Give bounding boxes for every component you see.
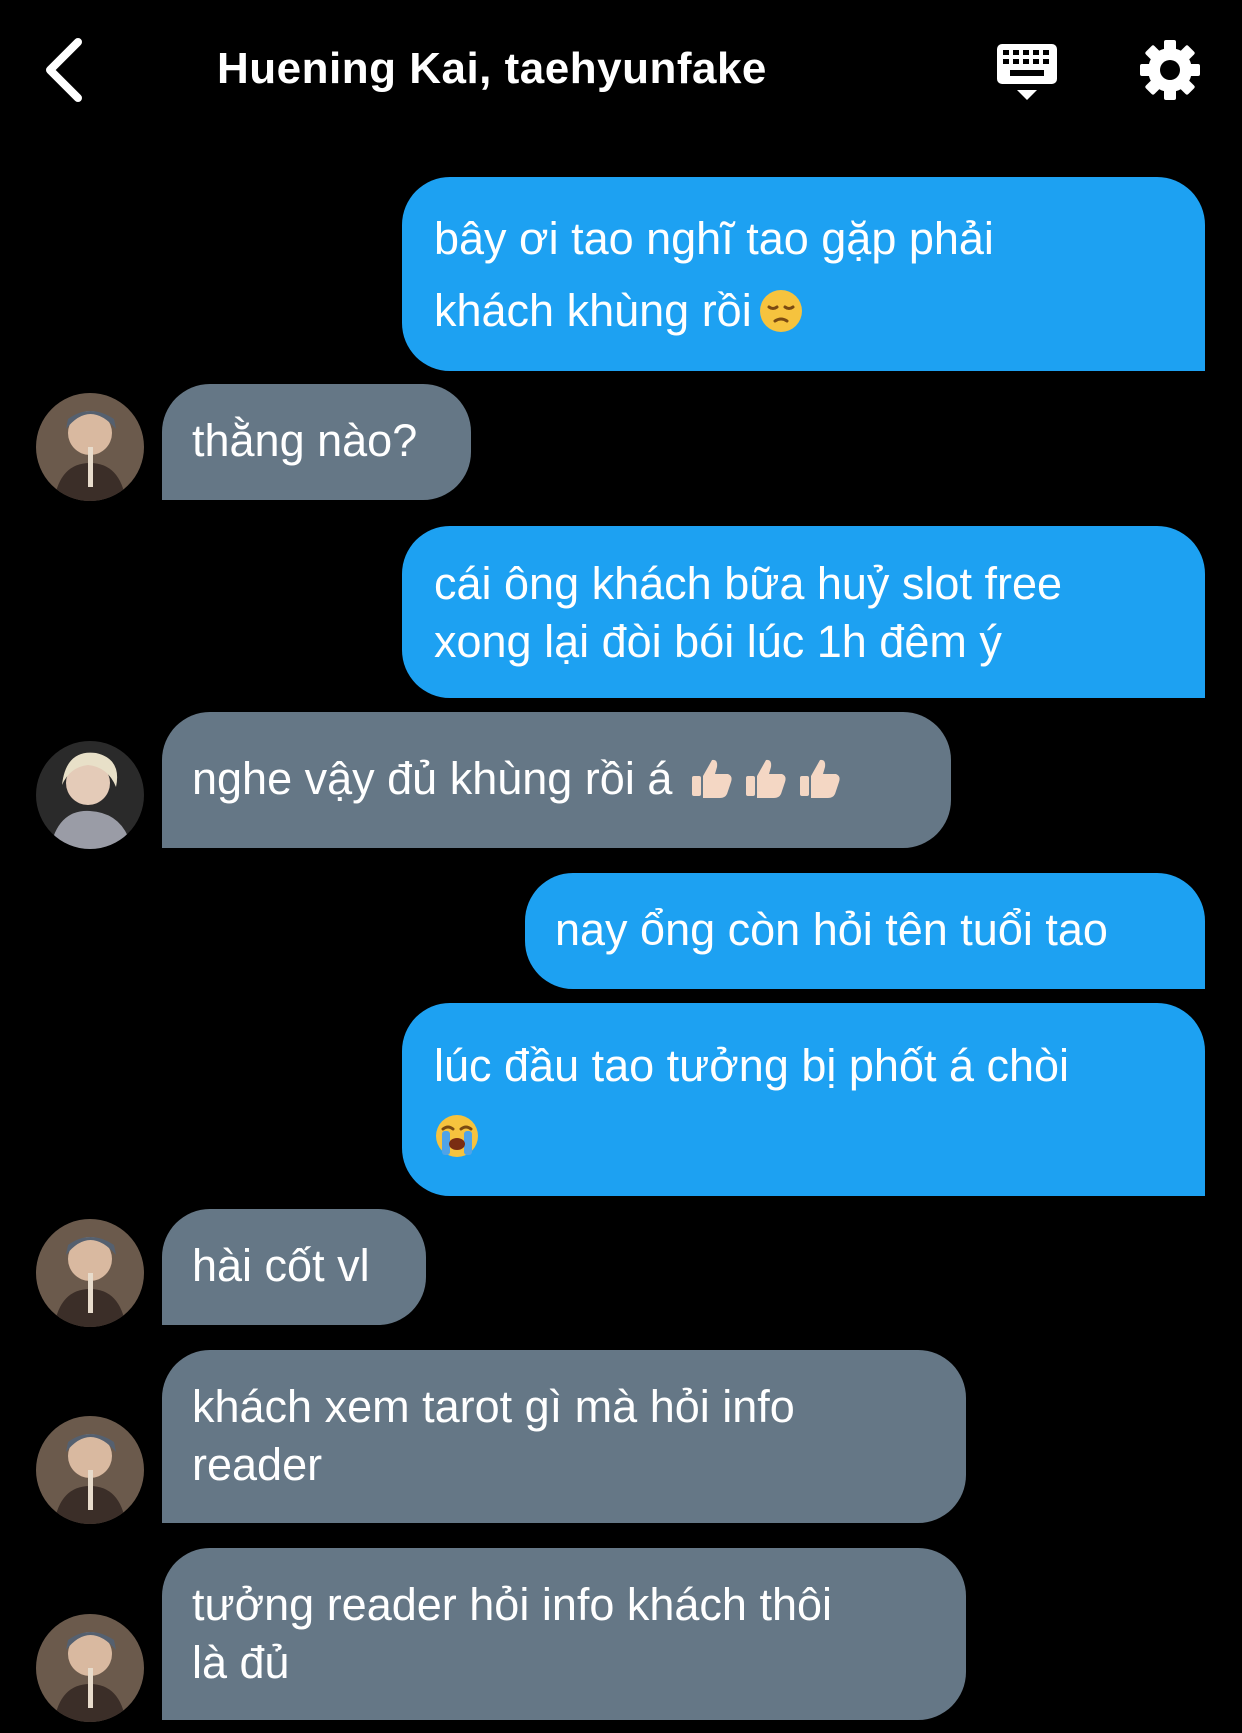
message-outgoing[interactable]: bây ơi tao nghĩ tao gặp phải khách khùng… (402, 177, 1205, 371)
message-line-with-emoji: khách khùng rồi (434, 275, 1173, 347)
message-line: hài cốt vl (192, 1240, 370, 1291)
message-incoming[interactable]: tưởng reader hỏi info khách thôi là đủ (162, 1548, 966, 1720)
keyboard-icon (997, 44, 1057, 100)
message-line: nay ổng còn hỏi tên tuổi tao (555, 904, 1108, 955)
loudly-crying-face-emoji-icon (436, 1115, 478, 1157)
person-avatar-icon (36, 1219, 144, 1327)
message-outgoing[interactable]: lúc đầu tao tưởng bị phốt á chòi (402, 1003, 1205, 1196)
avatar[interactable] (36, 1219, 144, 1327)
avatar[interactable] (36, 1614, 144, 1722)
message-incoming[interactable]: hài cốt vl (162, 1209, 426, 1325)
pensive-face-emoji-icon (759, 290, 802, 332)
thumbs-up-emoji-icon (800, 759, 840, 798)
conversation-header: Huening Kai, taehyunfake (0, 0, 1242, 140)
message-line: xong lại đòi bói lúc 1h đêm ý (434, 616, 1002, 667)
thumbs-up-emoji-icon (746, 759, 786, 798)
chevron-left-icon (46, 38, 82, 102)
message-incoming[interactable]: nghe vậy đủ khùng rồi á (162, 712, 951, 848)
keyboard-button[interactable] (992, 40, 1062, 104)
message-outgoing[interactable]: cái ông khách bữa huỷ slot free xong lại… (402, 526, 1205, 698)
message-line: thằng nào? (192, 415, 418, 466)
thumbs-up-emoji-icon (692, 759, 732, 798)
message-line: reader (192, 1439, 323, 1490)
avatar[interactable] (36, 741, 144, 849)
person-avatar-icon (36, 741, 144, 849)
person-avatar-icon (36, 1416, 144, 1524)
person-avatar-icon (36, 1614, 144, 1722)
gear-icon (1140, 40, 1200, 100)
message-emoji-line (434, 1101, 1173, 1171)
message-outgoing[interactable]: nay ổng còn hỏi tên tuổi tao (525, 873, 1205, 989)
thumbs-up-emoji-group (682, 750, 844, 808)
message-line: bây ơi tao nghĩ tao gặp phải (434, 213, 994, 264)
message-line: tưởng reader hỏi info khách thôi (192, 1579, 833, 1630)
message-incoming[interactable]: thằng nào? (162, 384, 471, 500)
message-line-with-emoji: nghe vậy đủ khùng rồi á (192, 750, 921, 808)
avatar[interactable] (36, 393, 144, 501)
message-line: lúc đầu tao tưởng bị phốt á chòi (434, 1040, 1070, 1091)
person-avatar-icon (36, 393, 144, 501)
message-line: nghe vậy đủ khùng rồi á (192, 753, 673, 804)
message-line: khách xem tarot gì mà hỏi info (192, 1381, 795, 1432)
avatar[interactable] (36, 1416, 144, 1524)
settings-button[interactable] (1138, 38, 1202, 102)
conversation-title: Huening Kai, taehyunfake (217, 44, 767, 93)
message-line: cái ông khách bữa huỷ slot free (434, 558, 1063, 609)
back-button[interactable] (38, 36, 98, 104)
message-incoming[interactable]: khách xem tarot gì mà hỏi info reader (162, 1350, 966, 1523)
message-line: khách khùng rồi (434, 285, 752, 336)
message-line: là đủ (192, 1637, 290, 1688)
